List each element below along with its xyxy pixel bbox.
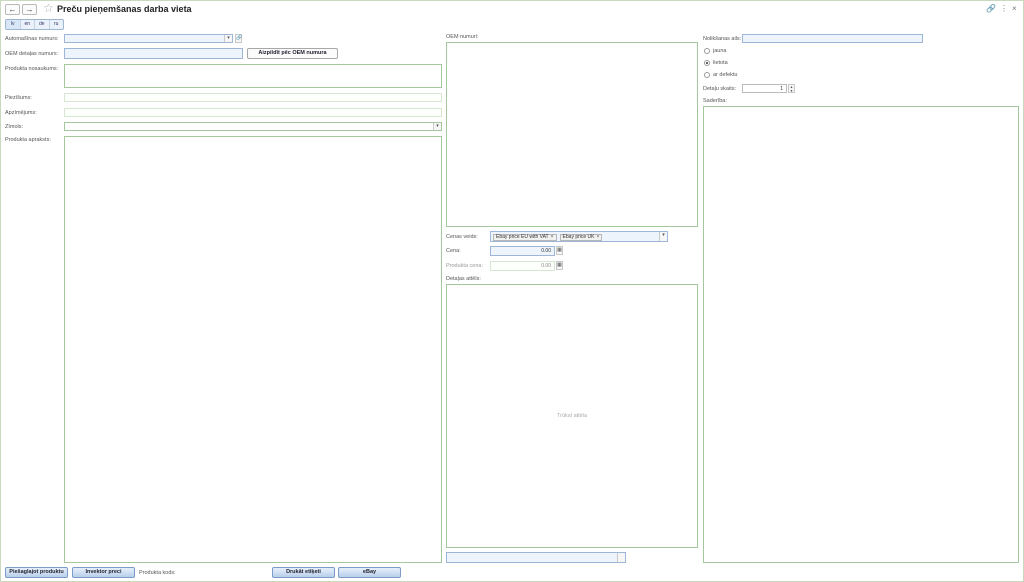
- browse-button[interactable]: [617, 553, 625, 562]
- print-labels-label: Drukāt etiķeti: [286, 569, 321, 575]
- product-name-label: Produkta nosaukums:: [5, 66, 59, 72]
- ebay-label: eBay: [362, 569, 377, 575]
- description-short-label: Apzīmējums:: [5, 110, 37, 116]
- back-button[interactable]: ←: [5, 4, 20, 15]
- brand-select[interactable]: ▾: [64, 122, 442, 131]
- oem-numbers-label: OEM numuri:: [446, 34, 479, 40]
- parts-count-label: Detaļu skaits:: [703, 86, 737, 92]
- part-image-area[interactable]: Trūkst attēla: [446, 284, 698, 548]
- price-tag: Ebay price UK ×: [559, 234, 603, 241]
- chevron-down-icon[interactable]: ▾: [433, 123, 441, 130]
- open-link-icon[interactable]: 🔗: [235, 34, 242, 43]
- part-images-label: Detaļas attēls:: [446, 276, 481, 282]
- product-code-label: Produkta kods:: [139, 570, 176, 576]
- more-menu-icon[interactable]: ⋮: [1000, 4, 1008, 13]
- auto-number-label: Automašīnas numurs:: [5, 36, 59, 42]
- parts-count-value: 1: [780, 86, 783, 92]
- language-selector: lv en de ru: [5, 19, 64, 30]
- inventory-label: Invektor preci: [85, 569, 122, 575]
- price-tag: Ebay price EU with VAT ×: [493, 234, 557, 241]
- note-input[interactable]: [64, 93, 442, 102]
- lang-tab-ru[interactable]: ru: [50, 20, 64, 29]
- chevron-down-icon[interactable]: ▾: [224, 35, 232, 42]
- condition-label-used: lietota: [713, 60, 728, 66]
- price-types-label: Cenas veids:: [446, 234, 478, 240]
- oem-numbers-list[interactable]: [446, 42, 698, 227]
- inventory-button[interactable]: Invektor preci: [72, 567, 135, 578]
- chevron-down-icon[interactable]: ▾: [659, 232, 667, 241]
- save-product-label: Piešaglajot produktu: [9, 569, 64, 575]
- sell-price-value: 0.00: [541, 263, 551, 269]
- link-icon[interactable]: 🔗: [986, 4, 996, 13]
- compatibility-area[interactable]: [703, 106, 1019, 563]
- condition-label-defect: ar defektu: [713, 72, 738, 78]
- product-description-input[interactable]: [64, 136, 442, 563]
- oem-part-input[interactable]: [64, 48, 243, 59]
- price-types-select[interactable]: Ebay price EU with VAT × Ebay price UK × ▾: [490, 231, 668, 242]
- forward-icon: →: [25, 5, 34, 14]
- lang-tab-en[interactable]: en: [21, 20, 35, 29]
- placement-input[interactable]: [742, 34, 923, 43]
- condition-radio-used[interactable]: [704, 60, 710, 66]
- fill-by-oem-label: Aizpildīt pēc OEM numura: [258, 50, 327, 56]
- condition-radio-defect[interactable]: [704, 72, 710, 78]
- favorite-star-icon[interactable]: ☆: [43, 2, 54, 14]
- no-image-text: Trūkst attēla: [556, 413, 588, 419]
- fill-by-oem-button[interactable]: Aizpildīt pēc OEM numura: [247, 48, 338, 59]
- price-value: 0.00: [541, 248, 551, 254]
- price-input[interactable]: 0.00: [490, 246, 555, 256]
- image-path-input[interactable]: [446, 552, 626, 563]
- sell-price-label: Produkta cena:: [446, 263, 483, 269]
- price-label: Cena:: [446, 248, 461, 254]
- note-label: Piezīšums:: [5, 95, 32, 101]
- save-product-button[interactable]: Piešaglajot produktu: [5, 567, 68, 578]
- calculator-icon[interactable]: ▦: [556, 246, 563, 255]
- brand-label: Zīmols:: [5, 124, 24, 130]
- forward-button[interactable]: →: [22, 4, 37, 15]
- stepper-icon[interactable]: ▴ ▾: [788, 84, 795, 93]
- print-labels-button[interactable]: Drukāt etiķeti: [272, 567, 335, 578]
- content-label: Saderība:: [703, 98, 727, 104]
- page-title: Preču pieņemšanas darba vieta: [57, 4, 192, 14]
- lang-tab-lv[interactable]: lv: [6, 20, 21, 29]
- product-name-input[interactable]: [64, 64, 442, 88]
- remove-tag-icon[interactable]: ×: [597, 234, 600, 240]
- auto-number-input[interactable]: ▾: [64, 34, 233, 43]
- lang-tab-de[interactable]: de: [35, 20, 50, 29]
- parts-count-input[interactable]: 1: [742, 84, 787, 93]
- sell-price-input: 0.00: [490, 261, 555, 271]
- placement-label: Nolikšanas ails:: [703, 36, 742, 42]
- ebay-button[interactable]: eBay: [338, 567, 401, 578]
- back-icon: ←: [8, 5, 17, 14]
- oem-part-label: OEM detaļas numurs:: [5, 51, 59, 57]
- calculator-icon[interactable]: ▦: [556, 261, 563, 270]
- condition-label-new: jauna: [713, 48, 727, 54]
- condition-radio-new[interactable]: [704, 48, 710, 54]
- close-icon[interactable]: ×: [1012, 4, 1017, 13]
- product-description-label: Produkta apraksts:: [5, 137, 51, 143]
- description-short-input[interactable]: [64, 108, 442, 117]
- remove-tag-icon[interactable]: ×: [551, 234, 554, 240]
